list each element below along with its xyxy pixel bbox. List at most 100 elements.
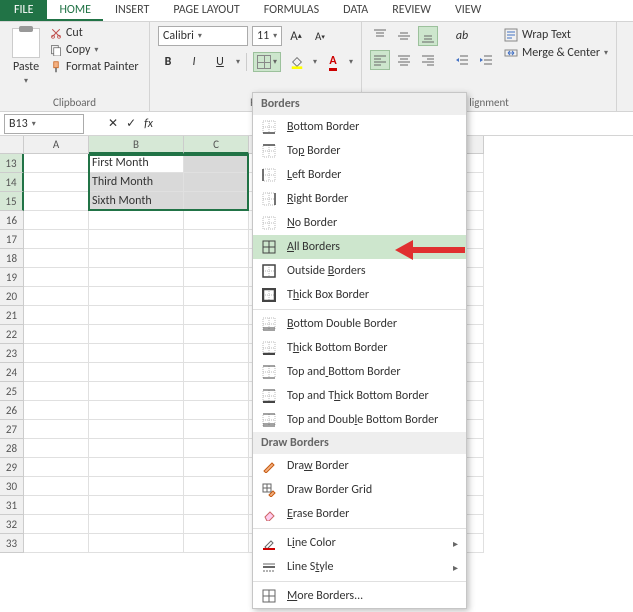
increase-font-button[interactable]: A▴ <box>286 26 306 46</box>
underline-button[interactable]: U <box>210 52 230 72</box>
border-menu-all[interactable]: All Borders <box>253 235 466 259</box>
cell-C18[interactable] <box>184 249 249 268</box>
tab-home[interactable]: HOME <box>47 0 103 21</box>
cell-C20[interactable] <box>184 287 249 306</box>
fill-color-button[interactable] <box>287 52 307 72</box>
row-header[interactable]: 22 <box>0 325 24 344</box>
cell-B17[interactable] <box>89 230 184 249</box>
border-menu-topdoublebottom[interactable]: Top and Double Bottom Border <box>253 408 466 432</box>
border-menu-top[interactable]: Top Border <box>253 139 466 163</box>
cell-A26[interactable] <box>24 401 89 420</box>
merge-center-button[interactable]: Merge & Center ▾ <box>504 46 608 60</box>
border-menu-topthickbottom[interactable]: Top and Thick Bottom Border <box>253 384 466 408</box>
border-menu-thickbottom[interactable]: Thick Bottom Border <box>253 336 466 360</box>
cell-A24[interactable] <box>24 363 89 382</box>
cell-A19[interactable] <box>24 268 89 287</box>
paste-button[interactable]: Paste ▾ <box>8 26 44 88</box>
cell-A21[interactable] <box>24 306 89 325</box>
cell-A15[interactable] <box>24 192 89 211</box>
row-header[interactable]: 32 <box>0 515 24 534</box>
cell-B13[interactable]: First Month <box>89 154 184 173</box>
col-header-B[interactable]: B <box>89 136 184 154</box>
cell-A25[interactable] <box>24 382 89 401</box>
cell-A33[interactable] <box>24 534 89 553</box>
row-header[interactable]: 26 <box>0 401 24 420</box>
tab-formulas[interactable]: FORMULAS <box>252 0 331 21</box>
cell-B20[interactable] <box>89 287 184 306</box>
draw-menu-linecolor[interactable]: Line Color▸ <box>253 531 466 555</box>
cell-B28[interactable] <box>89 439 184 458</box>
row-header[interactable]: 13 <box>0 154 24 173</box>
cell-A30[interactable] <box>24 477 89 496</box>
row-header[interactable]: 30 <box>0 477 24 496</box>
cell-C28[interactable] <box>184 439 249 458</box>
cell-B29[interactable] <box>89 458 184 477</box>
cell-C13[interactable] <box>184 154 249 173</box>
name-box[interactable]: B13 ▾ <box>4 114 84 134</box>
row-header[interactable]: 21 <box>0 306 24 325</box>
orientation-button[interactable]: ab <box>452 26 472 46</box>
border-menu-topbottom[interactable]: Top and Bottom Border <box>253 360 466 384</box>
cell-A14[interactable] <box>24 173 89 192</box>
row-header[interactable]: 28 <box>0 439 24 458</box>
cell-C23[interactable] <box>184 344 249 363</box>
row-header[interactable]: 29 <box>0 458 24 477</box>
cell-A17[interactable] <box>24 230 89 249</box>
wrap-text-button[interactable]: Wrap Text <box>504 28 608 42</box>
border-menu-left[interactable]: Left Border <box>253 163 466 187</box>
cell-C27[interactable] <box>184 420 249 439</box>
cell-A27[interactable] <box>24 420 89 439</box>
copy-button[interactable]: Copy ▾ <box>50 43 139 57</box>
cell-B19[interactable] <box>89 268 184 287</box>
tab-insert[interactable]: INSERT <box>103 0 161 21</box>
border-menu-bottom[interactable]: Bottom Border <box>253 115 466 139</box>
row-header[interactable]: 14 <box>0 173 24 192</box>
align-top-button[interactable] <box>370 26 390 46</box>
format-painter-button[interactable]: Format Painter <box>50 60 139 74</box>
cell-B18[interactable] <box>89 249 184 268</box>
cell-A16[interactable] <box>24 211 89 230</box>
cell-C29[interactable] <box>184 458 249 477</box>
draw-menu-linestyle[interactable]: Line Style▸ <box>253 555 466 579</box>
tab-file[interactable]: FILE <box>0 0 47 21</box>
cell-C30[interactable] <box>184 477 249 496</box>
cell-B32[interactable] <box>89 515 184 534</box>
cell-A32[interactable] <box>24 515 89 534</box>
cell-B33[interactable] <box>89 534 184 553</box>
cell-B22[interactable] <box>89 325 184 344</box>
cell-C25[interactable] <box>184 382 249 401</box>
italic-button[interactable]: I <box>184 52 204 72</box>
draw-menu-erase[interactable]: Erase Border <box>253 502 466 526</box>
increase-indent-button[interactable] <box>476 50 496 70</box>
col-header-A[interactable]: A <box>24 136 89 154</box>
row-header[interactable]: 20 <box>0 287 24 306</box>
cell-C24[interactable] <box>184 363 249 382</box>
decrease-font-button[interactable]: A▾ <box>310 26 330 46</box>
cell-B25[interactable] <box>89 382 184 401</box>
row-header[interactable]: 25 <box>0 382 24 401</box>
row-header[interactable]: 24 <box>0 363 24 382</box>
cell-C21[interactable] <box>184 306 249 325</box>
row-header[interactable]: 31 <box>0 496 24 515</box>
col-header-C[interactable]: C <box>184 136 249 154</box>
cell-A18[interactable] <box>24 249 89 268</box>
draw-menu-draw[interactable]: Draw Border <box>253 454 466 478</box>
cell-C31[interactable] <box>184 496 249 515</box>
decrease-indent-button[interactable] <box>452 50 472 70</box>
row-header[interactable]: 23 <box>0 344 24 363</box>
cell-A23[interactable] <box>24 344 89 363</box>
align-bottom-button[interactable] <box>418 26 438 46</box>
cell-C19[interactable] <box>184 268 249 287</box>
row-header[interactable]: 16 <box>0 211 24 230</box>
align-center-button[interactable] <box>394 50 414 70</box>
border-menu-no[interactable]: No Border <box>253 211 466 235</box>
cell-C26[interactable] <box>184 401 249 420</box>
tab-view[interactable]: VIEW <box>443 0 493 21</box>
cell-B30[interactable] <box>89 477 184 496</box>
cell-C32[interactable] <box>184 515 249 534</box>
border-menu-right[interactable]: Right Border <box>253 187 466 211</box>
cancel-formula-button[interactable]: ✕ <box>108 116 118 131</box>
fx-label[interactable]: fx <box>144 117 153 131</box>
row-header[interactable]: 18 <box>0 249 24 268</box>
cell-A20[interactable] <box>24 287 89 306</box>
